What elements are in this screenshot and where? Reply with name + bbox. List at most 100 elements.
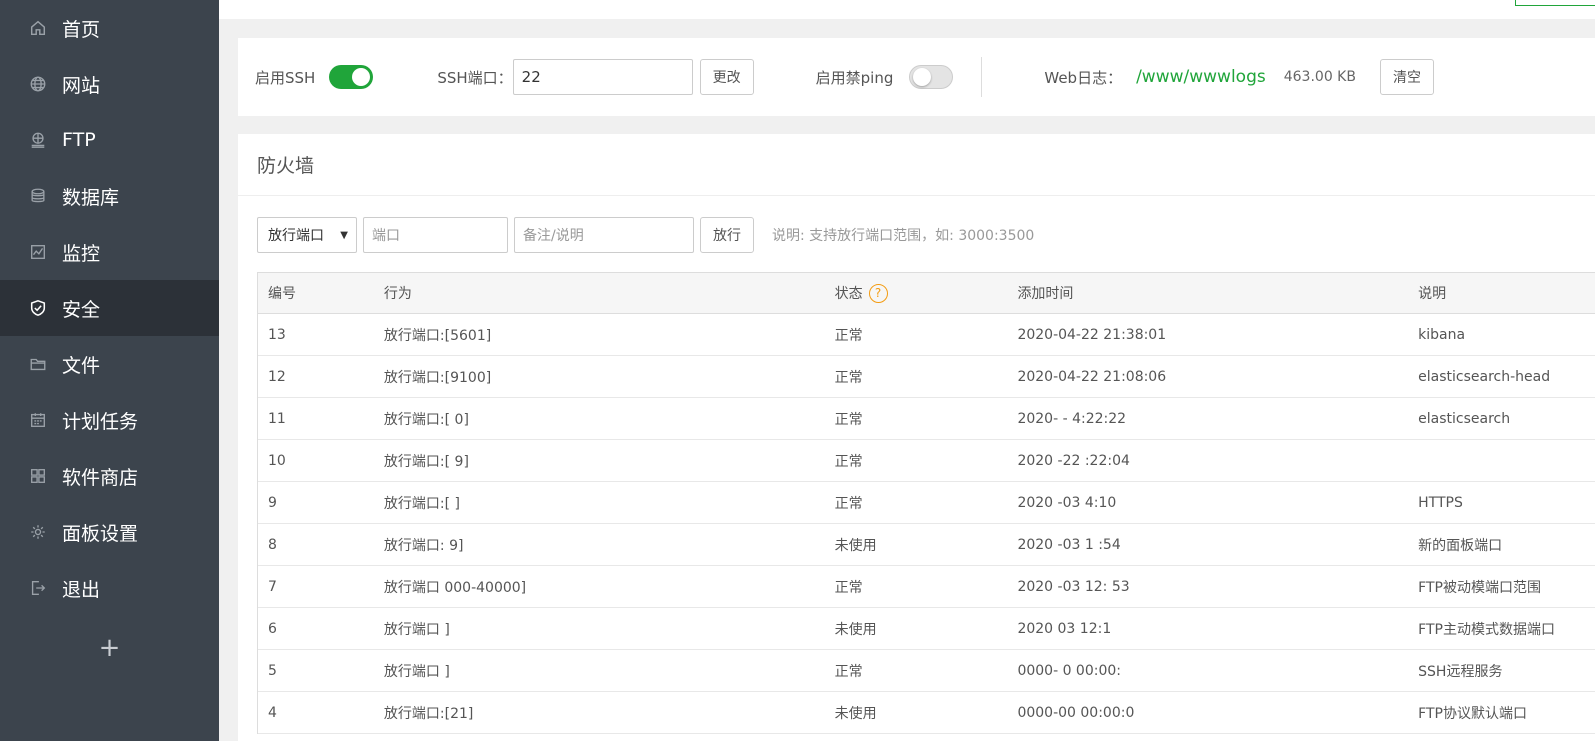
col-action-header: 行为 <box>383 286 412 302</box>
cell-action: 放行端口:[9100] <box>383 369 492 386</box>
cell-action: 放行端口:[ 9] <box>383 453 469 470</box>
ping-label: 启用禁ping <box>815 68 894 87</box>
cell-id: 12 <box>268 368 286 385</box>
table-row: 6 放行端口 ] 未使用 2020 03 12:1 FTP主动模式数据端口 <box>258 608 1595 650</box>
cell-status: 正常 <box>834 663 863 680</box>
cell-note: FTP协议默认端口 <box>1418 705 1527 722</box>
sidebar-item-9[interactable]: 面板设置 <box>0 504 219 560</box>
sidebar-item-2[interactable]: FTP <box>0 112 219 168</box>
toggle-knob <box>352 68 371 86</box>
table-row: 5 放行端口 ] 正常 0000- 0 00:00: SSH远程服务 <box>258 650 1595 692</box>
table-row: 13 放行端口:[5601] 正常 2020-04-22 21:38:01 kibana <box>258 314 1595 356</box>
cell-status: 正常 <box>834 453 863 470</box>
help-icon[interactable]: ? <box>868 283 888 303</box>
cell-note: FTP主动模式数据端口 <box>1418 621 1555 638</box>
table-row: 7 放行端口 000-40000] 正常 2020 -03 12: 53 FTP被动模端… <box>258 566 1595 608</box>
cell-note: SSH远程服务 <box>1418 663 1503 680</box>
cell-status: 正常 <box>834 369 863 386</box>
sidebar-item-0[interactable]: 首页 <box>0 0 219 56</box>
cell-status: 未使用 <box>834 705 877 722</box>
col-status-label: 状态 <box>834 286 863 302</box>
clear-log-button[interactable]: 清空 <box>1379 59 1434 95</box>
weblog-size: 463.00 KB <box>1283 69 1356 85</box>
cell-time: 2020 -22 :22:04 <box>1017 452 1130 469</box>
cell-action: 放行端口:[5601] <box>383 327 492 344</box>
monitor-icon <box>28 242 48 262</box>
sidebar-item-6[interactable]: 文件 <box>0 336 219 392</box>
sidebar-item-10[interactable]: 退出 <box>0 560 219 616</box>
cell-action: 放行端口 000-40000] <box>383 579 527 596</box>
cell-id: 5 <box>268 662 277 679</box>
cell-time: 2020 03 12:1 <box>1017 620 1112 637</box>
cell-time: 2020-04-22 21:08:06 <box>1017 368 1167 385</box>
sidebar-item-label: 文件 <box>62 354 101 377</box>
cell-status: 未使用 <box>834 621 877 638</box>
sidebar-item-4[interactable]: 监控 <box>0 224 219 280</box>
port-input-placeholder: 端口 <box>372 228 400 244</box>
col-id-header: 编号 <box>268 286 296 302</box>
apps-icon <box>28 466 48 486</box>
ssh-toggle[interactable] <box>329 65 374 89</box>
top-panel-strip <box>219 0 1595 19</box>
sidebar-item-7[interactable]: 计划任务 <box>0 392 219 448</box>
cell-id: 4 <box>268 704 277 721</box>
cell-time: 2020 -03 4:10 <box>1017 494 1117 511</box>
add-menu-button[interactable]: + <box>0 620 219 676</box>
action-select[interactable]: 放行端口 ▼ <box>257 217 357 253</box>
cell-status: 正常 <box>834 495 863 512</box>
ping-toggle[interactable] <box>909 65 954 89</box>
cell-action: 放行端口:[ 0] <box>383 411 469 428</box>
toggle-knob <box>913 68 932 86</box>
firewall-panel: 防火墙 放行端口 ▼ 端口 备注/说明 放行 说明: 支持放行端口范围，如: 3… <box>238 134 1595 741</box>
weblog-path-link[interactable]: /www/wwwlogs <box>1136 67 1266 87</box>
cell-id: 11 <box>268 410 286 427</box>
sidebar-item-label: 计划任务 <box>62 410 139 433</box>
cell-id: 6 <box>268 620 277 637</box>
cell-id: 9 <box>268 494 277 511</box>
ssh-port-label: SSH端口： <box>437 68 513 87</box>
sidebar-item-8[interactable]: 软件商店 <box>0 448 219 504</box>
sidebar-item-1[interactable]: 网站 <box>0 56 219 112</box>
sidebar-item-3[interactable]: 数据库 <box>0 168 219 224</box>
ftp-icon <box>28 130 48 150</box>
chevron-down-icon: ▼ <box>340 229 348 241</box>
ssh-port-input[interactable] <box>512 59 693 95</box>
weblog-label: Web日志： <box>1044 68 1123 87</box>
port-input[interactable]: 端口 <box>363 217 508 253</box>
shield-icon <box>28 298 48 318</box>
logout-icon <box>28 578 48 598</box>
sidebar-item-label: 安全 <box>62 298 101 321</box>
main-content: 启用SSH SSH端口： 更改 启用禁ping Web日志： /www/wwwl… <box>219 0 1595 741</box>
panel-divider <box>981 57 983 97</box>
top-green-button-edge[interactable] <box>1515 0 1595 6</box>
ssh-settings-panel: 启用SSH SSH端口： 更改 启用禁ping Web日志： /www/wwwl… <box>238 38 1595 116</box>
sidebar-menu: 首页网站 FTP 数据库 监控安全文件计划任务软件商店面板设置退出 <box>0 0 219 616</box>
ssh-enable-label: 启用SSH <box>255 68 316 87</box>
calendar-icon <box>28 410 48 430</box>
cell-status: 正常 <box>834 327 863 344</box>
firewall-title: 防火墙 <box>238 134 1595 196</box>
cell-status: 未使用 <box>834 537 877 554</box>
cell-time: 2020-04-22 21:38:01 <box>1017 326 1167 343</box>
sidebar-item-label: 面板设置 <box>62 522 139 545</box>
sidebar-item-label: 网站 <box>62 74 101 97</box>
cell-action: 放行端口:[ ] <box>383 495 461 512</box>
sidebar-item-label: 退出 <box>62 578 101 601</box>
cell-id: 7 <box>268 578 277 595</box>
sidebar-item-label: 首页 <box>62 18 101 41</box>
table-row: 8 放行端口: 9] 未使用 2020 -03 1 :54 新的面板端口 <box>258 524 1595 566</box>
note-input[interactable]: 备注/说明 <box>514 217 694 253</box>
sidebar-item-5[interactable]: 安全 <box>0 280 219 336</box>
sidebar-item-label: FTP <box>62 129 96 151</box>
col-time-header: 添加时间 <box>1017 286 1074 302</box>
sidebar-item-label: 软件商店 <box>62 466 139 489</box>
cell-time: 2020 -03 12: 53 <box>1017 578 1130 595</box>
cell-id: 8 <box>268 536 277 553</box>
table-row: 11 放行端口:[ 0] 正常 2020- - 4:22:22 elasticsearc… <box>258 398 1595 440</box>
cell-id: 13 <box>268 326 286 343</box>
cell-action: 放行端口 ] <box>383 663 450 680</box>
cell-note: 新的面板端口 <box>1418 537 1503 554</box>
gear-icon <box>28 522 48 542</box>
change-port-button[interactable]: 更改 <box>699 59 754 95</box>
allow-button[interactable]: 放行 <box>700 217 754 253</box>
